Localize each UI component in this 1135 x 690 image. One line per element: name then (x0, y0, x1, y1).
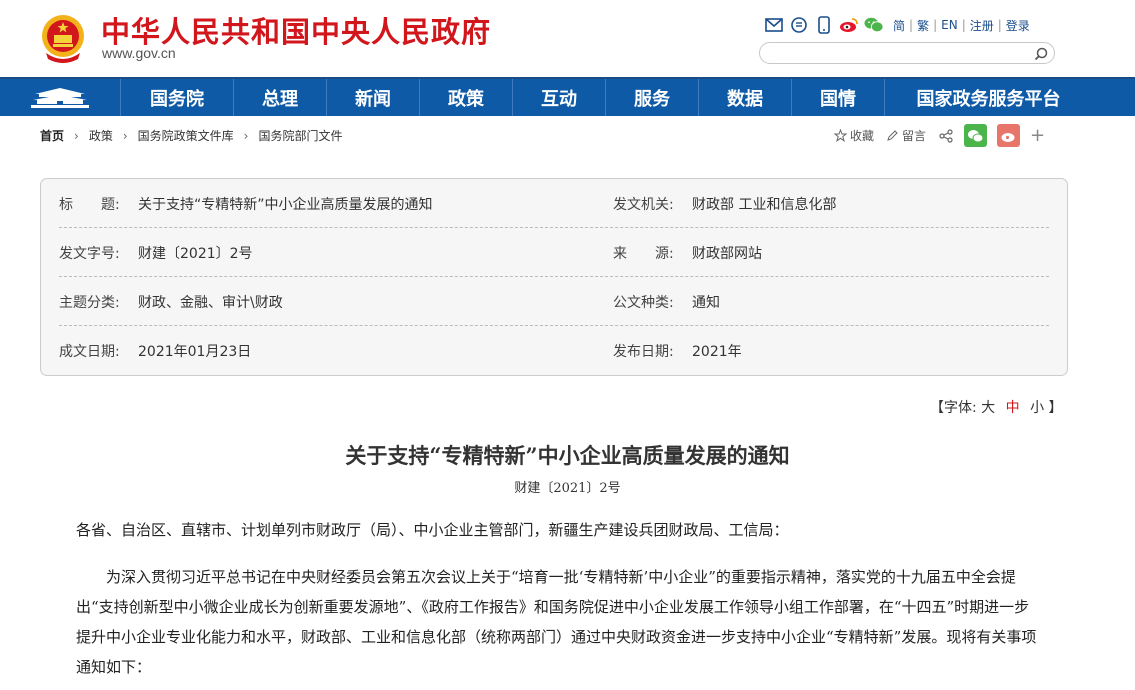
mail-icon[interactable] (764, 15, 784, 35)
wechat-share-icon[interactable] (964, 124, 988, 147)
source-value: 财政部网站 (692, 246, 762, 262)
page: 中华人民共和国中央人民政府 www.gov.cn 简 | 繁 | EN | 注册… (0, 0, 1135, 690)
font-size-prefix: 【字体: (930, 400, 977, 416)
article-paragraph: 为深入贯彻习近平总书记在中央财经委员会第五次会议上关于“培育一批‘专精特新’中小… (76, 568, 1037, 676)
favorite-label: 收藏 (850, 129, 875, 143)
published-date-value: 2021年 (692, 344, 742, 360)
site-header: 中华人民共和国中央人民政府 www.gov.cn 简 | 繁 | EN | 注册… (0, 0, 1135, 77)
written-date-value: 2021年01月23日 (138, 344, 252, 360)
article-greeting: 各省、自治区、直辖市、计划单列市财政厅（局）、中小企业主管部门，新疆生产建设兵团… (76, 521, 789, 539)
topic-label: 主题分类: (59, 295, 120, 311)
share-bar: 收藏 留言 + (834, 124, 1045, 147)
nav-item-state-council[interactable]: 国务院 (121, 79, 234, 116)
favorite-button[interactable]: 收藏 (834, 127, 874, 144)
breadcrumb-separator: › (243, 128, 249, 143)
breadcrumb-dept-documents[interactable]: 国务院部门文件 (258, 127, 342, 144)
nav-item-services[interactable]: 服务 (606, 79, 699, 116)
published-date-label: 发布日期: (613, 344, 674, 360)
nav-item-premier[interactable]: 总理 (234, 79, 327, 116)
article-docno: 财建〔2021〕2号 (514, 481, 621, 496)
breadcrumb-policy-library[interactable]: 国务院政策文件库 (138, 127, 234, 144)
info-row: 主题分类: 财政、金融、审计\财政 公文种类: 通知 (59, 277, 1049, 326)
font-size-suffix: 】 (1048, 400, 1063, 416)
nav-item-news[interactable]: 新闻 (327, 79, 420, 116)
written-date-label: 成文日期: (59, 344, 120, 360)
separator: | (933, 18, 938, 32)
info-row: 标 题: 关于支持“专精特新”中小企业高质量发展的通知 发文机关: 财政部 工业… (59, 179, 1049, 228)
more-share-icon[interactable]: + (1030, 125, 1045, 146)
info-row: 成文日期: 2021年01月23日 发布日期: 2021年 (59, 326, 1049, 374)
document-info-box: 标 题: 关于支持“专精特新”中小企业高质量发展的通知 发文机关: 财政部 工业… (40, 178, 1068, 376)
comment-label: 留言 (902, 129, 927, 143)
main-nav: 国务院 总理 新闻 政策 互动 服务 数据 国情 国家政务服务平台 (0, 77, 1135, 116)
lang-traditional-link[interactable]: 繁 (917, 17, 929, 34)
mobile-icon[interactable] (814, 15, 834, 35)
font-size-medium-button[interactable]: 中 (1006, 400, 1020, 416)
register-link[interactable]: 注册 (970, 17, 994, 34)
weibo-share-icon[interactable] (997, 124, 1021, 147)
nav-item-policy[interactable]: 政策 (420, 79, 513, 116)
share-icon[interactable] (938, 128, 954, 144)
comment-button[interactable]: 留言 (886, 127, 926, 144)
separator: | (961, 18, 966, 32)
rss-icon[interactable] (789, 15, 809, 35)
separator: | (909, 18, 914, 32)
breadcrumb-separator: › (122, 128, 128, 143)
search-icon[interactable] (1034, 46, 1048, 61)
site-url[interactable]: www.gov.cn (102, 45, 176, 61)
docno-label: 发文字号: (59, 246, 120, 262)
doc-type-label: 公文种类: (613, 295, 674, 311)
login-link[interactable]: 登录 (1006, 17, 1030, 34)
docno-value: 财建〔2021〕2号 (138, 246, 253, 262)
nav-item-gov-service-platform[interactable]: 国家政务服务平台 (885, 79, 1092, 116)
font-size-selector: 【字体: 大 中 小 】 (930, 397, 1063, 417)
source-label: 来 源: (613, 246, 674, 262)
topic-value: 财政、金融、审计\财政 (138, 295, 283, 311)
separator: | (997, 18, 1002, 32)
search-input[interactable] (770, 44, 1034, 64)
title-value: 关于支持“专精特新”中小企业高质量发展的通知 (138, 197, 433, 213)
wechat-icon[interactable] (864, 15, 884, 35)
breadcrumb-separator: › (74, 128, 79, 143)
breadcrumb-policy[interactable]: 政策 (89, 127, 113, 144)
nav-item-data[interactable]: 数据 (699, 79, 792, 116)
title-label: 标 题: (59, 197, 120, 213)
info-row: 发文字号: 财建〔2021〕2号 来 源: 财政部网站 (59, 228, 1049, 277)
nav-item-national-info[interactable]: 国情 (792, 79, 885, 116)
breadcrumb-home[interactable]: 首页 (40, 127, 64, 144)
breadcrumb: 首页 › 政策 › 国务院政策文件库 › 国务院部门文件 (40, 127, 343, 144)
article-title: 关于支持“专精特新”中小企业高质量发展的通知 (345, 443, 790, 468)
issuer-value: 财政部 工业和信息化部 (692, 197, 837, 213)
issuer-label: 发文机关: (613, 197, 674, 213)
doc-type-value: 通知 (692, 295, 720, 311)
national-emblem-icon[interactable] (40, 13, 86, 63)
nav-item-interaction[interactable]: 互动 (513, 79, 606, 116)
pencil-icon (887, 130, 898, 141)
font-size-large-button[interactable]: 大 (981, 400, 995, 416)
lang-simplified-link[interactable]: 简 (893, 17, 905, 34)
font-size-small-button[interactable]: 小 (1030, 400, 1044, 416)
tiananmen-icon[interactable] (0, 79, 121, 116)
lang-english-link[interactable]: EN (941, 18, 958, 32)
search-box (759, 42, 1055, 64)
weibo-icon[interactable] (839, 15, 859, 35)
header-tools: 简 | 繁 | EN | 注册 | 登录 (764, 14, 1034, 36)
star-icon (834, 129, 847, 142)
